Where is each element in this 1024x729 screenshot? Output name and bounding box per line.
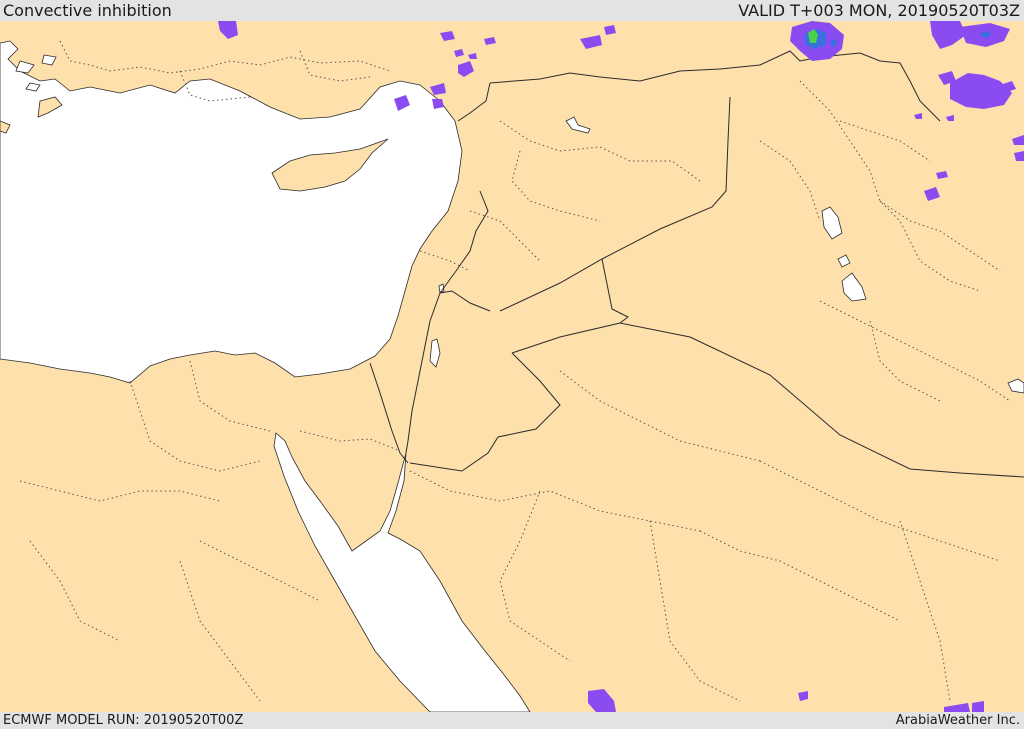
weather-map: Convective inhibition VALID T+003 MON, 2… xyxy=(0,0,1024,729)
map-title: Convective inhibition xyxy=(3,1,172,20)
mediterranean-sea xyxy=(0,40,463,384)
footer-bar: ECMWF MODEL RUN: 20190520T00Z ArabiaWeat… xyxy=(0,712,1024,729)
valid-time-label: VALID T+003 MON, 20190520T03Z xyxy=(738,1,1020,20)
credit-label: ArabiaWeather Inc. xyxy=(895,713,1020,728)
header-bar: Convective inhibition VALID T+003 MON, 2… xyxy=(0,0,1024,21)
map-canvas xyxy=(0,21,1024,712)
model-run-label: ECMWF MODEL RUN: 20190520T00Z xyxy=(3,713,244,728)
